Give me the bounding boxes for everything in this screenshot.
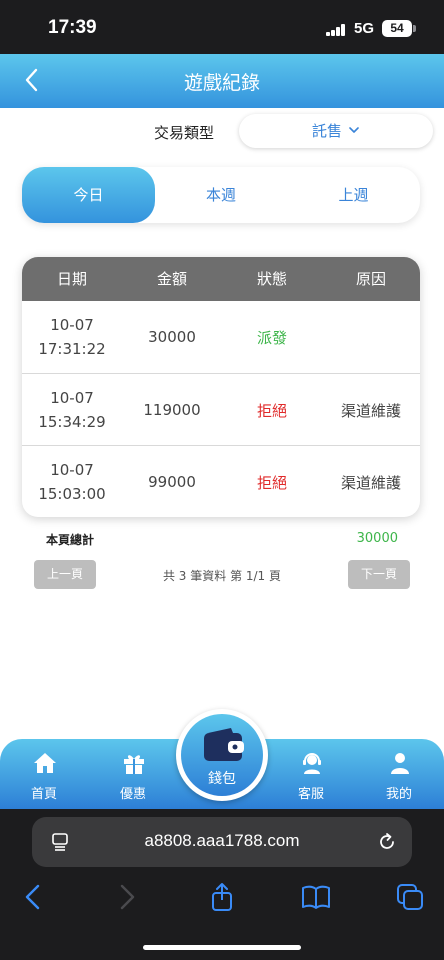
tab-last-week[interactable]: 上週 bbox=[287, 167, 420, 223]
share-icon[interactable] bbox=[207, 882, 237, 912]
address-bar[interactable]: a8808.aaa1788.com bbox=[32, 817, 412, 867]
reason-cell bbox=[322, 301, 420, 373]
next-page-button[interactable]: 下一頁 bbox=[348, 560, 410, 589]
reason-cell: 渠道維護 bbox=[340, 473, 401, 492]
status-cell: 拒絕 bbox=[256, 401, 287, 420]
status-bar: 17:39 5G 54 bbox=[0, 0, 444, 54]
filter-label: 交易類型 bbox=[154, 124, 215, 142]
table-row: 10-07 15:03:00 99000 拒絕 渠道維護 bbox=[22, 445, 420, 517]
gift-icon bbox=[124, 755, 144, 774]
status-cell: 拒絕 bbox=[256, 473, 287, 492]
transaction-type-select[interactable]: 託售 bbox=[239, 114, 433, 148]
status-cell: 派發 bbox=[256, 328, 287, 347]
nav-wallet[interactable]: 錢包 bbox=[176, 709, 268, 801]
network-type: 5G bbox=[354, 20, 375, 37]
battery-tip bbox=[413, 25, 416, 32]
nav-promotions[interactable]: 優惠 bbox=[93, 739, 173, 809]
reload-icon[interactable] bbox=[376, 831, 398, 853]
reason-cell: 渠道維護 bbox=[340, 401, 401, 420]
records-table: 日期 金額 狀態 原因 10-07 17:31:22 30000 派發 10-0… bbox=[22, 257, 420, 517]
nav-customer-service[interactable]: 客服 bbox=[271, 739, 351, 809]
date-cell: 10-07 15:34:29 bbox=[22, 374, 122, 446]
wallet-button: 錢包 bbox=[181, 714, 263, 796]
column-header-status: 狀態 bbox=[256, 270, 287, 288]
nav-label: 客服 bbox=[297, 787, 324, 802]
column-header-amount: 金額 bbox=[156, 270, 187, 288]
header-bar: 遊戲紀錄 bbox=[0, 54, 444, 108]
signal-icon bbox=[326, 24, 346, 36]
url-text: a8808.aaa1788.com bbox=[144, 831, 300, 850]
forward-arrow-icon[interactable] bbox=[112, 882, 142, 912]
table-row: 10-07 15:34:29 119000 拒絕 渠道維護 bbox=[22, 373, 420, 445]
amount-cell: 119000 bbox=[143, 401, 201, 419]
tab-this-week[interactable]: 本週 bbox=[155, 167, 287, 223]
table-header: 日期 金額 狀態 原因 bbox=[22, 257, 420, 301]
row-date: 10-07 bbox=[50, 389, 94, 407]
home-indicator bbox=[143, 945, 301, 950]
nav-home[interactable]: 首頁 bbox=[4, 739, 84, 809]
headset-icon bbox=[303, 753, 321, 774]
status-time: 17:39 bbox=[48, 17, 97, 38]
date-cell: 10-07 17:31:22 bbox=[22, 301, 122, 373]
row-time: 15:03:00 bbox=[38, 485, 106, 503]
column-header-date: 日期 bbox=[56, 270, 87, 288]
browser-toolbar: a8808.aaa1788.com bbox=[0, 809, 444, 960]
back-arrow-icon[interactable] bbox=[18, 882, 48, 912]
nav-profile[interactable]: 我的 bbox=[359, 739, 439, 809]
bookmarks-icon[interactable] bbox=[301, 882, 331, 912]
battery-icon: 54 bbox=[382, 20, 412, 37]
row-date: 10-07 bbox=[50, 316, 94, 334]
period-tabs: 今日 本週 上週 bbox=[22, 167, 420, 223]
table-row: 10-07 17:31:22 30000 派發 bbox=[22, 301, 420, 373]
page-total-value: 30000 bbox=[356, 531, 398, 546]
home-icon bbox=[34, 753, 56, 773]
user-icon bbox=[391, 753, 409, 774]
nav-label: 錢包 bbox=[208, 771, 236, 787]
nav-label: 我的 bbox=[385, 787, 412, 802]
tab-today[interactable]: 今日 bbox=[22, 167, 155, 223]
row-date: 10-07 bbox=[50, 461, 94, 479]
transaction-type-value: 託售 bbox=[311, 122, 342, 140]
column-header-reason: 原因 bbox=[355, 270, 386, 288]
amount-cell: 30000 bbox=[148, 328, 196, 346]
row-time: 15:34:29 bbox=[38, 413, 106, 431]
wallet-icon bbox=[204, 728, 244, 761]
row-time: 17:31:22 bbox=[38, 340, 106, 358]
page-total-label: 本頁總計 bbox=[46, 533, 95, 547]
date-cell: 10-07 15:03:00 bbox=[22, 446, 122, 517]
nav-label: 優惠 bbox=[119, 787, 146, 802]
tabs-icon[interactable] bbox=[395, 882, 425, 912]
page-title: 遊戲紀錄 bbox=[183, 72, 260, 94]
nav-label: 首頁 bbox=[30, 787, 57, 802]
amount-cell: 99000 bbox=[148, 473, 196, 491]
chevron-down-icon bbox=[349, 127, 359, 133]
